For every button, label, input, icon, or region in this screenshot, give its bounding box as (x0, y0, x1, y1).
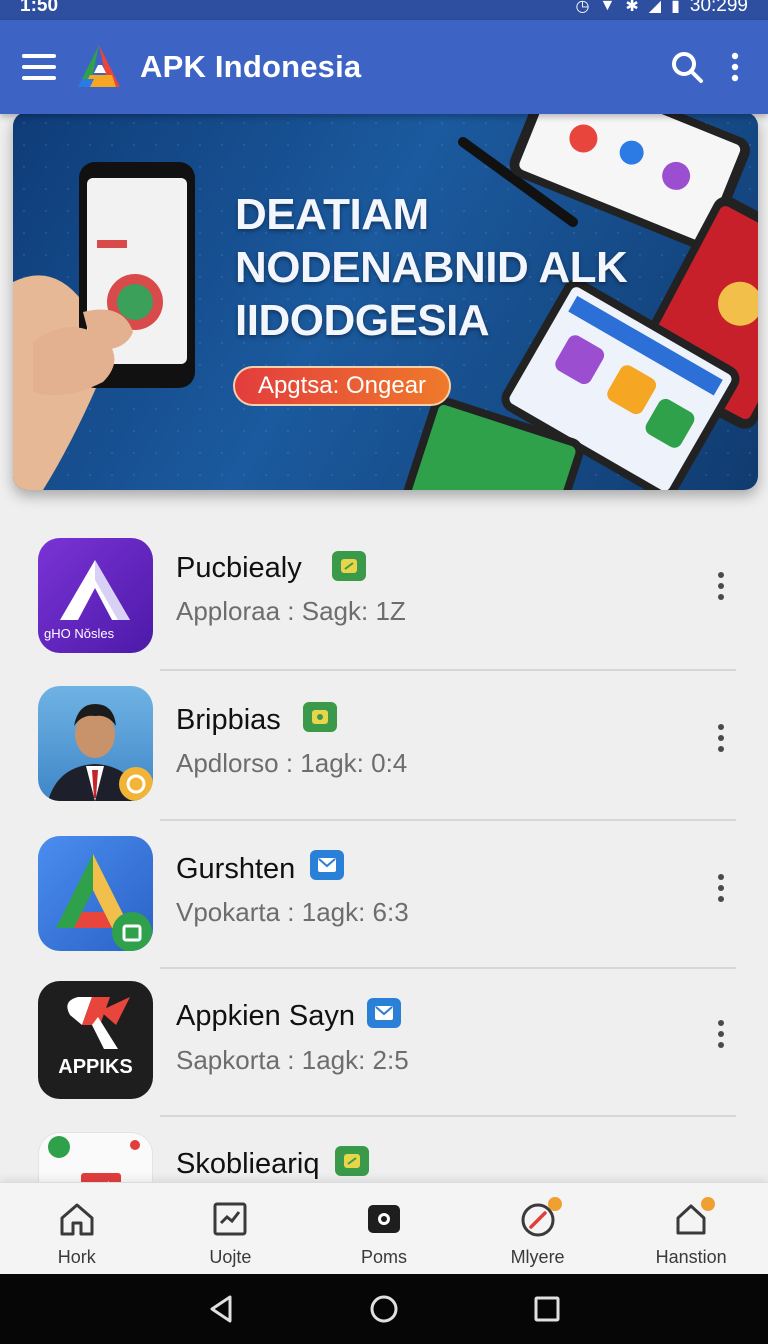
list-item[interactable]: Bripbias Apdlorso : 1agk: 0:4 (0, 668, 768, 816)
recents-icon[interactable] (522, 1284, 572, 1334)
nav-item-uojte[interactable]: Uojte (154, 1183, 308, 1274)
banner-title-line: NODENABNID ALK (235, 243, 628, 292)
search-icon[interactable] (670, 50, 704, 84)
signal-icon: ◢ (648, 0, 662, 15)
more-options-icon[interactable] (706, 868, 736, 908)
chart-icon (210, 1199, 250, 1239)
status-clock: 30:299 (689, 0, 748, 16)
home-icon (57, 1199, 97, 1239)
app-name: Appkien Sayn (176, 1000, 355, 1032)
app-logo-icon (78, 45, 120, 87)
house-alert-icon (671, 1197, 716, 1239)
list-item[interactable]: APPIKS Appkien Sayn Sapkorta : 1agk: 2:5 (0, 966, 768, 1114)
nav-item-home[interactable]: Hork (0, 1183, 154, 1274)
nav-label: Poms (360, 1247, 407, 1267)
bottom-nav: Hork Uojte Poms Mlyere Hanstion (0, 1182, 768, 1274)
app-badge-icon (303, 702, 337, 732)
app-badge-icon (335, 1146, 369, 1176)
more-options-icon[interactable] (706, 718, 736, 758)
app-badge-icon (367, 998, 401, 1028)
promo-banner[interactable]: DEATIAM NODENABNID ALK IIDODGESIA Apgtsa… (13, 112, 758, 490)
list-item[interactable]: Gurshten Vpokarta : 1agk: 6:3 (0, 818, 768, 966)
status-bar: 1:50 ◷ ▼ ✱ ◢ ▮ 30:299 (0, 0, 768, 20)
app-icon-label: APPIKS (58, 1056, 133, 1078)
app-name: Skoblieariq (176, 1148, 320, 1180)
nav-item-mlyere[interactable]: Mlyere (461, 1183, 615, 1274)
nav-label: Mlyere (510, 1247, 565, 1267)
banner-title-line: DEATIAM (235, 190, 429, 239)
menu-icon[interactable] (22, 54, 56, 80)
app-subtitle: Apdlorso : 1agk: 0:4 (176, 748, 408, 778)
nav-label: Hork (57, 1247, 96, 1267)
app-icon: APPIKS (38, 981, 153, 1099)
more-vert-icon[interactable] (730, 52, 740, 82)
notification-dot (547, 1197, 562, 1211)
camera-icon (364, 1199, 404, 1239)
app-icon: gHO Nǒsles (38, 538, 153, 653)
notification-dot (701, 1197, 716, 1211)
app-icon (38, 686, 153, 801)
list-item[interactable]: gHO Nǒsles Pucbiealy Apploraa : Sagk: 1Z (0, 518, 768, 666)
banner-cta-button[interactable]: Apgtsa: Ongear (233, 366, 451, 406)
back-icon[interactable] (196, 1284, 246, 1334)
system-nav-bar (0, 1274, 768, 1344)
bluetooth-icon: ✱ (625, 0, 639, 15)
nav-label: Hanstion (655, 1247, 727, 1267)
home-circle-icon[interactable] (359, 1284, 409, 1334)
status-icons: ◷ ▼ ✱ ◢ ▮ 30:299 (576, 0, 748, 17)
nav-item-hanstion[interactable]: Hanstion (614, 1183, 768, 1274)
more-options-icon[interactable] (706, 566, 736, 606)
app-subtitle: Sapkorta : 1agk: 2:5 (176, 1045, 409, 1075)
app-name: Bripbias (176, 704, 281, 736)
app-badge-icon (310, 850, 344, 880)
app-icon-label: gHO Nǒsles (44, 626, 115, 641)
app-icon (38, 836, 153, 951)
banner-title-line: IIDODGESIA (235, 296, 490, 345)
app-badge-icon (332, 551, 366, 581)
status-time: 1:50 (20, 0, 59, 16)
app-title: APK Indonesia (140, 49, 362, 84)
nav-item-poms[interactable]: Poms (307, 1183, 461, 1274)
alarm-icon: ◷ (575, 0, 590, 15)
app-name: Gurshten (176, 853, 296, 885)
wifi-icon: ▼ (599, 0, 616, 14)
app-subtitle: Apploraa : Sagk: 1Z (176, 596, 406, 626)
more-options-icon[interactable] (706, 1014, 736, 1054)
battery-icon: ▮ (671, 0, 680, 15)
app-subtitle: Vpokarta : 1agk: 6:3 (176, 897, 409, 927)
app-bar: APK Indonesia (0, 20, 768, 114)
app-name: Pucbiealy (176, 552, 302, 584)
banner-title: DEATIAM NODENABNID ALK IIDODGESIA (235, 188, 628, 347)
compass-icon (518, 1197, 562, 1239)
nav-label: Uojte (209, 1247, 252, 1267)
